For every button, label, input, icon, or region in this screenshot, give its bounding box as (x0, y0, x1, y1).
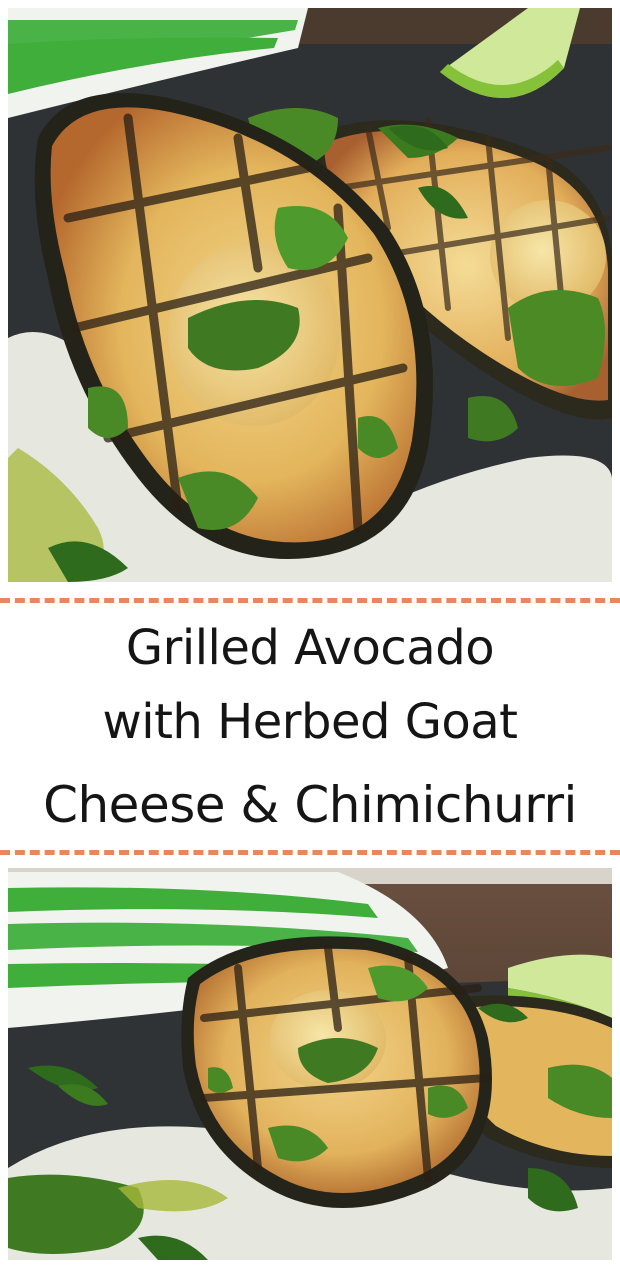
title-line-2: with Herbed Goat (0, 681, 620, 763)
bottom-photo (8, 868, 612, 1260)
top-photo (8, 8, 612, 582)
title-cheese: Cheese (43, 776, 226, 834)
title-line-3: Cheese & Chimichurri (0, 763, 620, 847)
title-ampersand: & (240, 776, 279, 834)
title-chimichurri: Chimichurri (294, 776, 577, 834)
title-word-with: with (102, 694, 203, 750)
recipe-title: Grilled Avocado with Herbed Goat Cheese … (0, 615, 620, 845)
divider-top (0, 598, 620, 603)
grilled-avocado-photo-bottom (8, 868, 612, 1260)
grilled-avocado-photo-top (8, 8, 612, 582)
divider-bottom (0, 850, 620, 855)
title-line-1: Grilled Avocado (125, 620, 495, 676)
recipe-pin: Grilled Avocado with Herbed Goat Cheese … (0, 0, 620, 1268)
title-herbed-goat: Herbed Goat (217, 694, 518, 750)
